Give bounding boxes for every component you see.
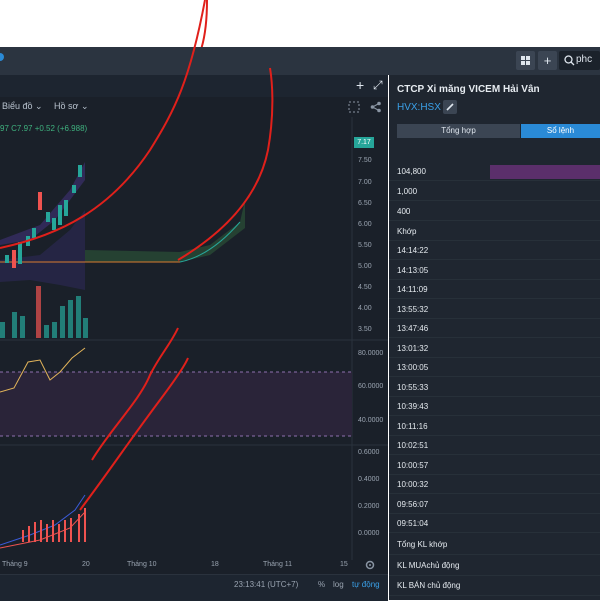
macd-tick: 0.0000 (358, 530, 380, 537)
percent-scale-toggle[interactable]: % (318, 580, 325, 589)
price-tick: 5.50 (358, 242, 372, 249)
rsi-tick: 60.0000 (358, 383, 384, 390)
macd-tick: 0.6000 (358, 449, 380, 456)
match-time: 10:39:43 (397, 402, 429, 411)
list-item (389, 201, 600, 221)
match-time: 14:13:05 (397, 266, 429, 275)
match-time: 09:51:04 (397, 519, 429, 528)
price-tick: 7.00 (358, 179, 372, 186)
match-time: 13:00:05 (397, 363, 429, 372)
price-tick: 5.00 (358, 263, 372, 270)
volume-bars (0, 286, 88, 338)
match-time: 13:55:32 (397, 305, 429, 314)
tab-summary[interactable]: Tổng hợp (397, 124, 520, 138)
list-item (389, 181, 600, 201)
layout-grid-button[interactable] (516, 51, 535, 70)
price-tick: 7.50 (358, 157, 372, 164)
edit-button[interactable] (443, 100, 457, 114)
volume-value: 104,800 (397, 167, 426, 176)
price-tick: 4.50 (358, 284, 372, 291)
price-tick: 3.50 (358, 326, 372, 333)
time-tick: 18 (211, 561, 219, 568)
macd-tick: 0.2000 (358, 503, 380, 510)
match-time: 09:56:07 (397, 500, 429, 509)
volume-value: 1,000 (397, 187, 418, 196)
match-time: 10:55:33 (397, 383, 429, 392)
grid-icon (521, 56, 530, 65)
search-icon (564, 55, 575, 66)
macd-tick: 0.4000 (358, 476, 380, 483)
search-input[interactable]: phc (559, 51, 600, 70)
match-header: Khớp (397, 227, 417, 236)
time-tick: Tháng 9 (2, 561, 28, 568)
match-time: 10:00:57 (397, 461, 429, 470)
match-time: 10:00:32 (397, 480, 429, 489)
log-scale-toggle[interactable]: log (333, 580, 344, 589)
chart-bottom-bar (0, 574, 388, 601)
price-tick: 4.00 (358, 305, 372, 312)
company-title: CTCP Xi măng VICEM Hải Vân (397, 84, 540, 95)
time-tick: Tháng 11 (263, 561, 293, 568)
add-button[interactable]: + (538, 51, 557, 70)
search-value: phc (576, 54, 593, 65)
match-time: 13:47:46 (397, 324, 429, 333)
list-item (389, 221, 600, 241)
summary-label: KL BÁN chủ động (397, 581, 461, 590)
rsi-tick: 80.0000 (358, 350, 384, 357)
auto-scale-toggle[interactable]: tự động (352, 580, 380, 589)
volume-value: 400 (397, 207, 411, 216)
price-tick: 6.50 (358, 200, 372, 207)
time-tick: 15 (340, 561, 348, 568)
time-tick: 20 (82, 561, 90, 568)
price-tick: 6.00 (358, 221, 372, 228)
summary-label: KL MUAchủ động (397, 561, 460, 570)
match-time: 10:11:16 (397, 422, 428, 431)
settings-icon[interactable] (364, 559, 376, 571)
match-time: 14:14:22 (397, 246, 429, 255)
ticker-symbol[interactable]: HVX:HSX (397, 102, 441, 113)
summary-label: Tổng KL khớp (397, 540, 448, 549)
match-time: 14:11:09 (397, 285, 428, 294)
tab-order-book[interactable]: Sổ lệnh (521, 124, 600, 138)
pencil-icon (446, 103, 454, 111)
match-time: 10:02:51 (397, 441, 429, 450)
rsi-tick: 40.0000 (358, 417, 384, 424)
match-time: 13:01:32 (397, 344, 429, 353)
price-chart (0, 0, 388, 560)
clock-readout: 23:13:41 (UTC+7) (234, 580, 299, 589)
time-tick: Tháng 10 (127, 561, 157, 568)
